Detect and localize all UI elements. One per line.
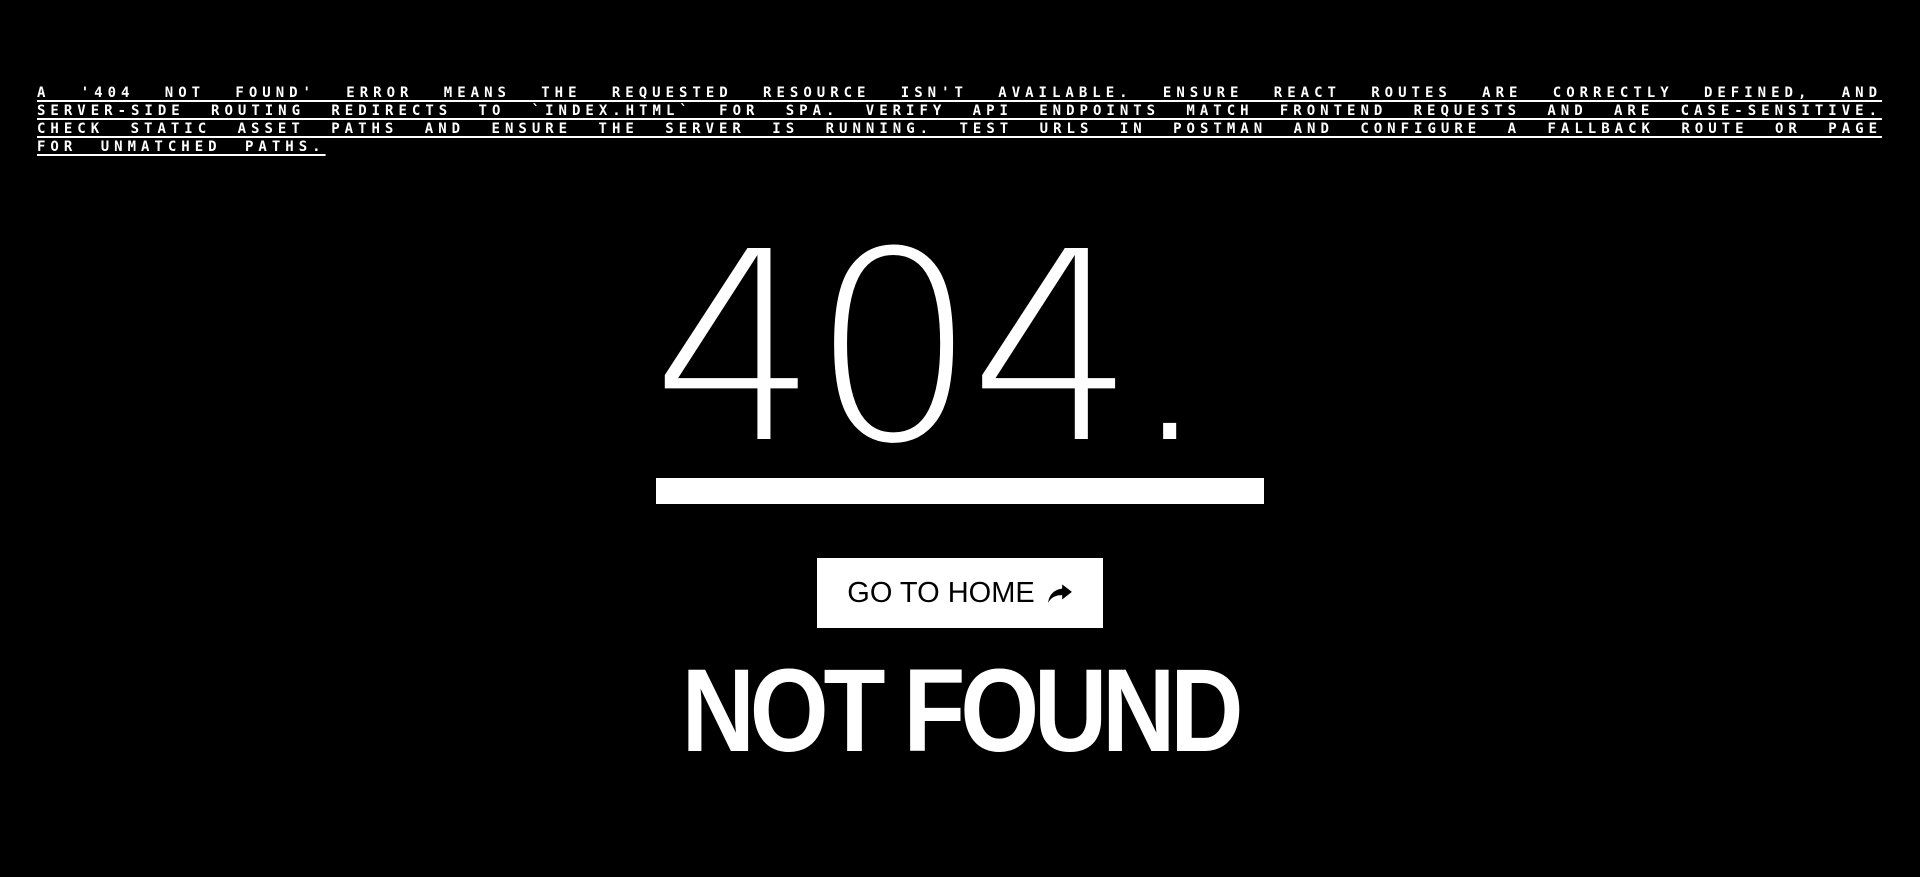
error-explanation-text: A '404 Not Found' error means the reques… [37, 85, 1882, 155]
not-found-title: NOT FOUND [681, 645, 1244, 777]
error-code-underline [656, 478, 1264, 504]
share-arrow-icon [1047, 584, 1072, 603]
error-code-block: 404. [652, 218, 1264, 506]
error-code: 404. [652, 196, 1211, 501]
go-to-home-button[interactable]: GO TO HOME [817, 558, 1103, 628]
go-to-home-label: GO TO HOME [847, 576, 1035, 609]
